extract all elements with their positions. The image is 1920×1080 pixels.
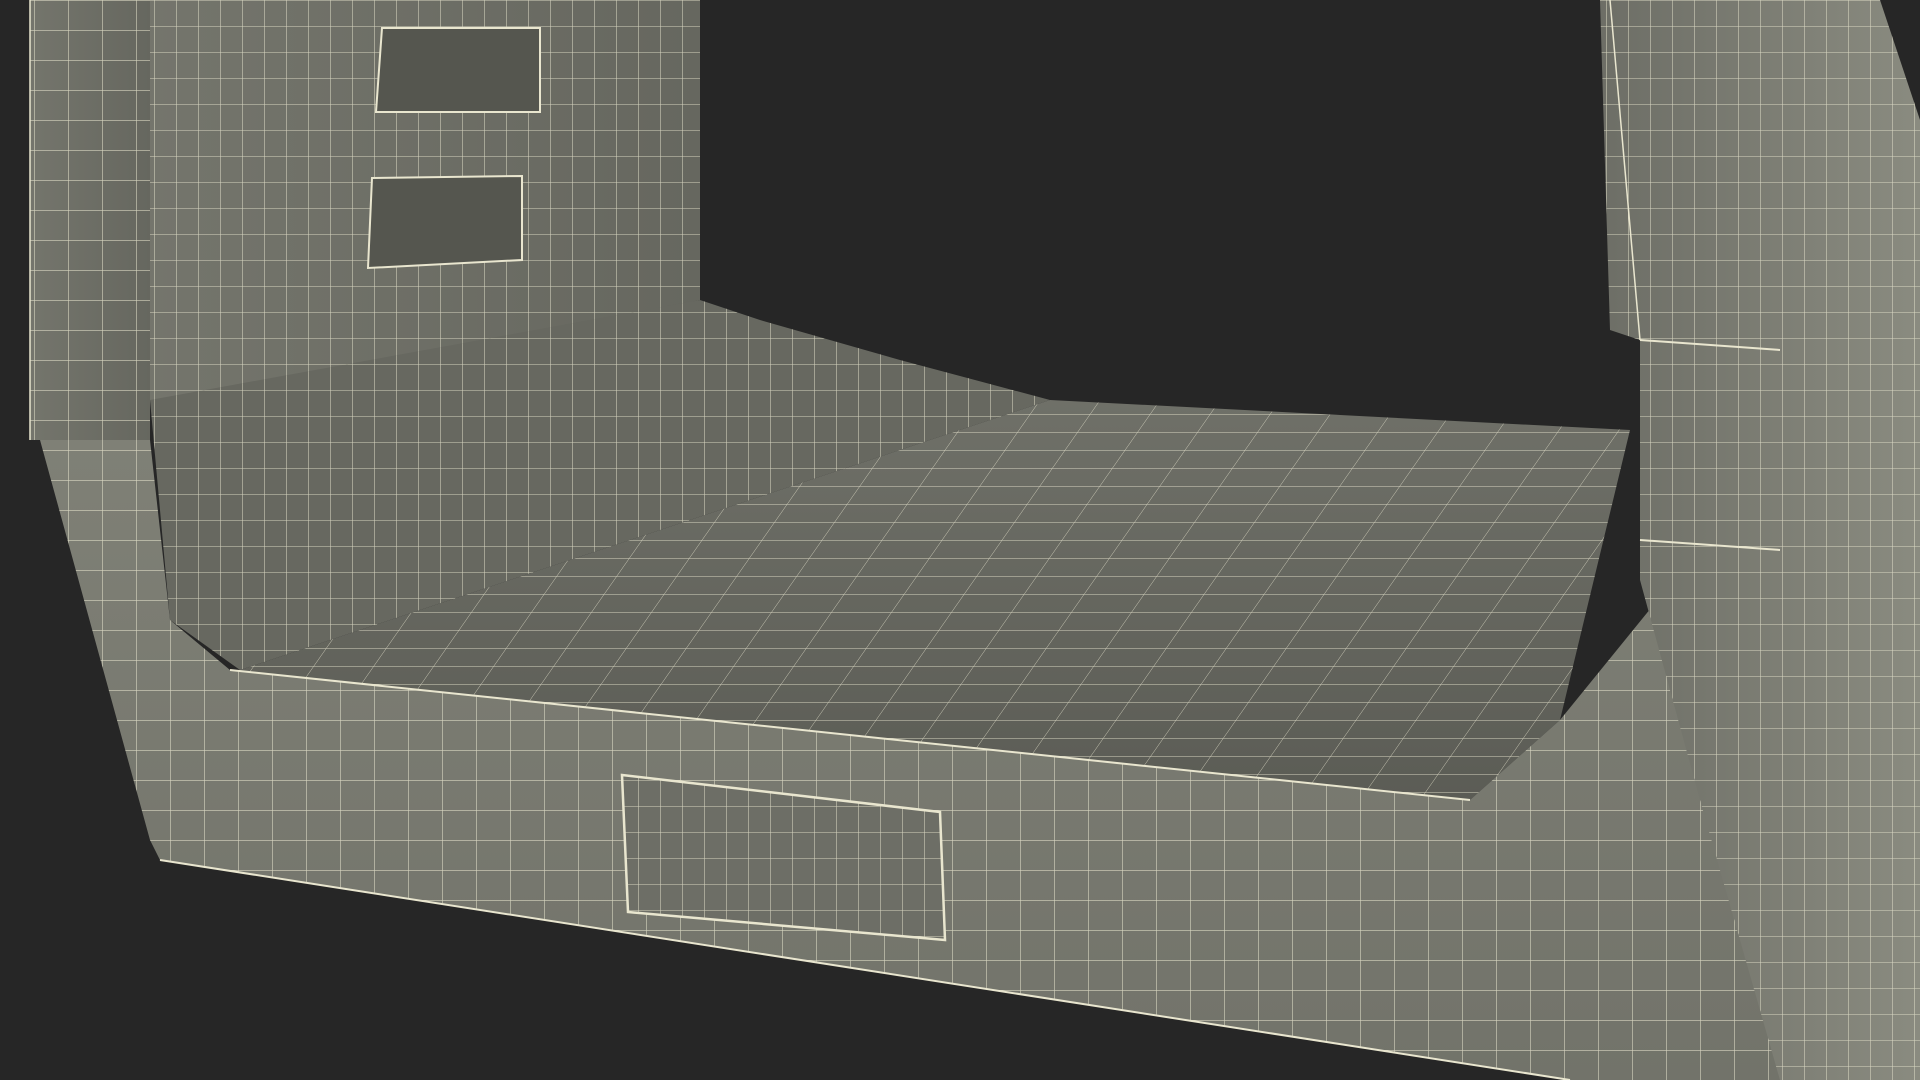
left-pillar [29, 0, 150, 440]
wireframe-render [29, 0, 1920, 1080]
slot-lower [366, 174, 523, 270]
slot-upper [374, 27, 541, 113]
render-viewport [0, 0, 1920, 1080]
